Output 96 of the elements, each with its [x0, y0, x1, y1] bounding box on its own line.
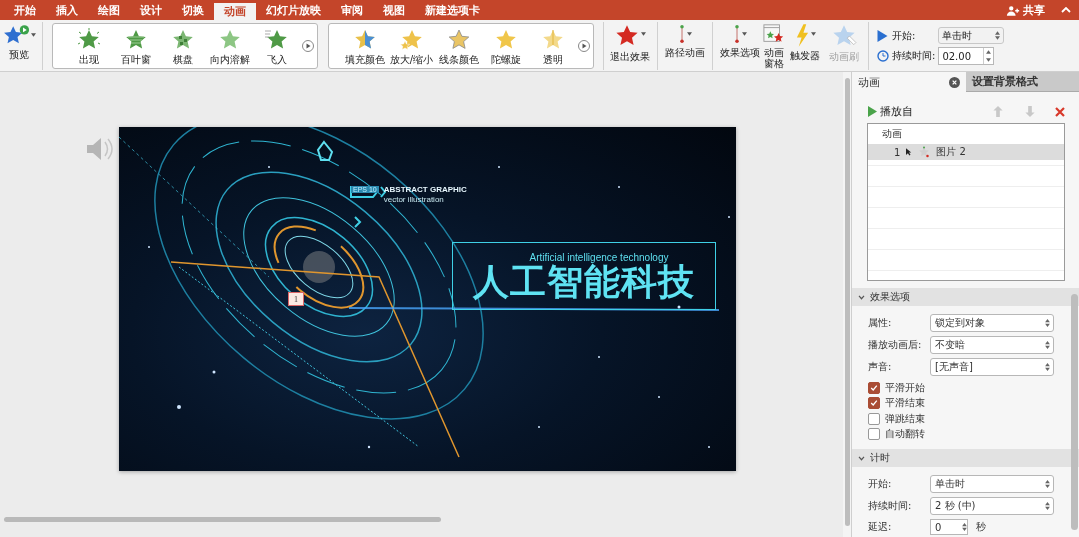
dropdown-field[interactable]: 不变暗 — [930, 336, 1054, 354]
delay-spinner[interactable]: 0 — [930, 519, 968, 535]
stepper-arrows-icon — [995, 31, 1001, 40]
delete-icon[interactable] — [1055, 106, 1065, 117]
duration-spinner[interactable]: 02.00 — [938, 47, 995, 65]
horizontal-scrollbar[interactable] — [4, 517, 441, 522]
ribbon-tab[interactable]: 审阅 — [331, 2, 373, 20]
effect-item[interactable]: 棋盘 — [159, 25, 206, 67]
stepper-arrows-icon — [1045, 363, 1050, 371]
ribbon-tab[interactable]: 切换 — [172, 2, 214, 20]
ribbon-tab[interactable]: 动画 — [214, 3, 256, 20]
stepper-arrows-icon — [1045, 319, 1050, 327]
effect-item[interactable]: 填充颜色 — [341, 25, 388, 67]
field-label: 持续时间: — [868, 499, 913, 513]
outlined-star-icon — [446, 27, 471, 52]
preview-button[interactable]: 预览 — [0, 22, 38, 70]
checkbox-label: 自动翻转 — [885, 427, 925, 442]
play-icon — [868, 106, 877, 117]
start-label: 开始: — [892, 28, 917, 43]
checkbox-label: 弹跳结束 — [885, 411, 925, 426]
animation-list-row[interactable]: 1 图片 2 — [868, 144, 1064, 160]
add-person-icon — [1006, 4, 1020, 16]
star-icon — [918, 146, 931, 158]
pointer-icon — [906, 148, 913, 156]
dropdown-field[interactable]: 2 秒 (中) — [930, 497, 1054, 515]
stepper-arrows-icon — [1045, 502, 1050, 510]
checkbox[interactable] — [868, 381, 880, 394]
dropdown-caret-icon — [641, 32, 646, 36]
ribbon-tab[interactable]: 幻灯片放映 — [256, 2, 331, 20]
dropdown-caret-icon — [742, 32, 747, 36]
ribbon-command[interactable]: 路径动画 — [665, 22, 705, 70]
effect-item[interactable]: 线条颜色 — [435, 25, 482, 67]
move-down-icon[interactable] — [1025, 106, 1035, 117]
stepper-arrows-icon — [1045, 480, 1050, 488]
duration-label: 持续时间: — [892, 49, 936, 63]
dropdown-caret-icon — [810, 32, 816, 36]
motion-path-icon — [678, 23, 686, 45]
stepper-arrows-icon — [1045, 341, 1050, 349]
dropdown-field[interactable]: 锁定到对象 — [930, 314, 1054, 332]
start-dropdown[interactable]: 单击时 — [938, 27, 1005, 44]
field-label: 开始: — [868, 477, 893, 491]
ribbon-command[interactable]: 触发器 — [787, 22, 823, 70]
play-icon — [877, 29, 888, 42]
collapse-ribbon-icon[interactable] — [1061, 7, 1071, 13]
speaker-icon[interactable] — [85, 136, 115, 162]
effect-item[interactable]: 透明 — [529, 25, 576, 67]
move-up-icon[interactable] — [993, 106, 1003, 117]
field-label: 播放动画后: — [868, 338, 923, 352]
dropdown-caret-icon — [687, 32, 692, 36]
animation-pane-icon — [762, 23, 785, 45]
effect-item[interactable]: 向内溶解 — [206, 25, 253, 67]
effect-item[interactable]: 放大/缩小 — [388, 25, 435, 67]
clock-icon — [877, 50, 889, 62]
close-icon[interactable] — [948, 76, 960, 88]
checkbox-label: 平滑开始 — [885, 380, 925, 395]
pane-scrollbar[interactable] — [1071, 294, 1078, 530]
share-button[interactable]: 共享 — [1000, 1, 1051, 19]
effect-item[interactable]: 百叶窗 — [112, 25, 159, 67]
dropdown-field[interactable]: [无声音] — [930, 358, 1054, 376]
effect-item[interactable]: 出现 — [65, 25, 112, 67]
motion-path-icon — [733, 23, 741, 45]
slide-title: 人工智能科技 — [473, 262, 695, 301]
slide-subtitle: Artificial intelligence technology — [529, 251, 669, 263]
effect-item[interactable]: 陀螺旋 — [482, 25, 529, 67]
ribbon-tab[interactable]: 开始 — [4, 2, 46, 20]
ribbon-tab[interactable]: 设计 — [130, 2, 172, 20]
ribbon-tab[interactable]: 绘图 — [88, 2, 130, 20]
ribbon-command[interactable]: 退出效果 — [610, 22, 650, 70]
lightning-icon — [794, 23, 810, 48]
ribbon-command[interactable]: 动画窗格 — [763, 22, 784, 70]
dropdown-field[interactable]: 单击时 — [930, 475, 1054, 493]
ribbon-tab[interactable]: 插入 — [46, 2, 88, 20]
field-label: 属性: — [868, 316, 893, 330]
graphic-title: ABSTRACT GRAPHIC — [383, 185, 467, 194]
field-label: 延迟: — [868, 520, 893, 534]
stepper-arrows-icon — [962, 523, 967, 531]
more-effects-icon[interactable] — [578, 40, 590, 52]
ribbon-command[interactable]: 效果选项 — [720, 22, 760, 70]
unit-label: 秒 — [976, 520, 986, 534]
dropdown-caret-icon — [31, 33, 36, 37]
section-header[interactable]: 计时 — [852, 449, 1079, 467]
effect-item[interactable]: 飞入 — [253, 25, 300, 67]
animation-order-tag[interactable]: 1 — [288, 292, 304, 306]
ribbon-tab[interactable]: 新建选项卡 — [415, 2, 490, 20]
graphic-subtitle: vector illustration — [383, 195, 445, 204]
checkbox[interactable] — [868, 428, 880, 441]
pane-tab[interactable]: 设置背景格式 — [965, 72, 1079, 92]
checkbox[interactable] — [868, 397, 880, 410]
checkbox-label: 平滑结束 — [885, 396, 925, 411]
more-effects-icon[interactable] — [302, 40, 314, 52]
vertical-scrollbar[interactable] — [845, 78, 850, 526]
field-label: 声音: — [868, 360, 893, 374]
checkbox[interactable] — [868, 412, 880, 425]
play-from-button[interactable]: 播放自 — [868, 104, 913, 119]
section-header[interactable]: 效果选项 — [852, 288, 1079, 306]
ribbon-tab[interactable]: 视图 — [373, 2, 415, 20]
